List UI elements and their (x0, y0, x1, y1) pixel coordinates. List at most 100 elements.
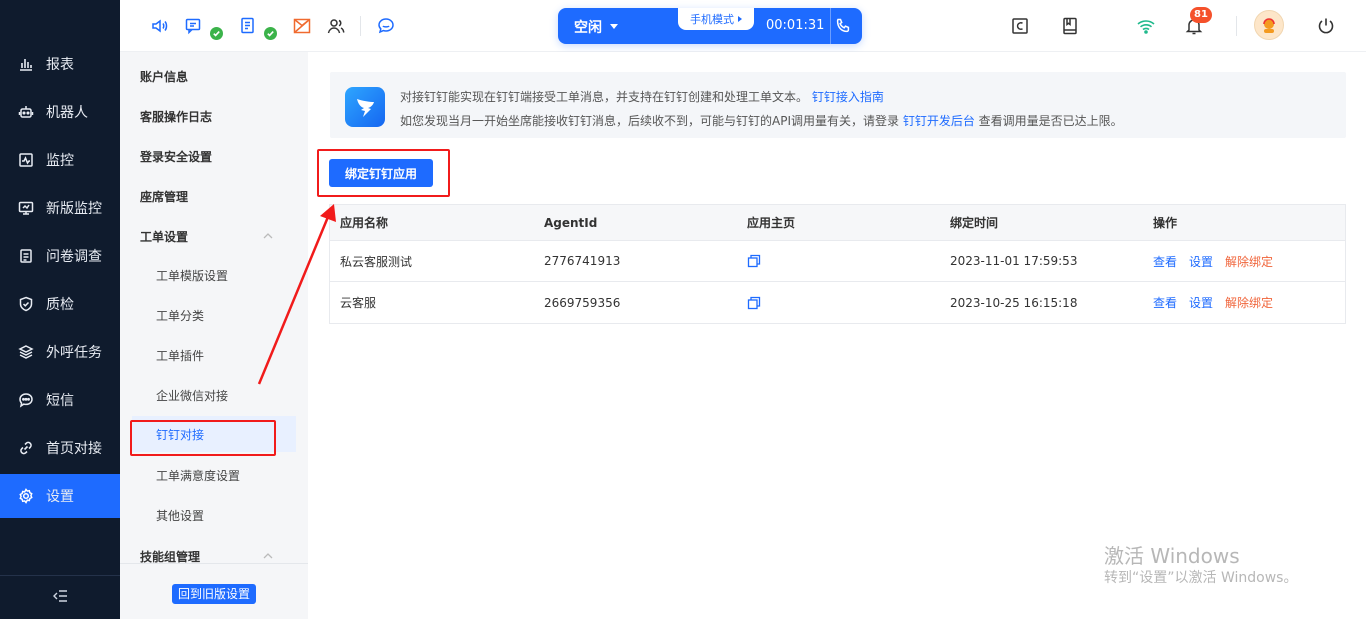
mail-disabled-icon[interactable] (292, 16, 312, 36)
wifi-icon (1136, 16, 1156, 36)
status-check-icon (264, 27, 277, 40)
nav-top-stub (0, 0, 120, 18)
nav-label: 问卷调查 (46, 249, 102, 265)
subnav-login-security[interactable]: 登录安全设置 (120, 136, 308, 176)
nav-label: 新版监控 (46, 201, 102, 217)
gear-icon (18, 488, 34, 504)
subnav-label: 技能组管理 (140, 549, 201, 564)
collapse-menu-icon (53, 589, 67, 606)
back-to-legacy-button[interactable]: 回到旧版设置 (172, 584, 257, 604)
cell-bind-time: 2023-10-25 16:15:18 (950, 295, 1078, 310)
subnav-label: 座席管理 (140, 189, 189, 204)
subnav-ticket-satisfaction[interactable]: 工单满意度设置 (120, 455, 308, 495)
subnav-label: 工单分类 (156, 308, 205, 323)
dingtalk-guide-link[interactable]: 钉钉接入指南 (812, 90, 884, 104)
main-content: 对接钉钉能实现在钉钉端接受工单消息，并支持在钉钉创建和处理工单文本。 钉钉接入指… (310, 52, 1366, 619)
phone-mode-toggle[interactable]: 手机模式 (678, 8, 754, 30)
status-timer: 00:01:31 (766, 18, 825, 33)
cell-bind-time: 2023-11-01 17:59:53 (950, 254, 1078, 268)
unbind-button[interactable]: 解除绑定 (1225, 294, 1273, 311)
robot-icon (18, 104, 34, 120)
notice-text: 对接钉钉能实现在钉钉端接受工单消息，并支持在钉钉创建和处理工单文本。 (400, 90, 809, 104)
cell-agent-id: 2776741913 (544, 254, 621, 268)
annotation-box-dingtalk-nav (130, 420, 276, 456)
settings-button[interactable]: 设置 (1189, 294, 1213, 311)
subnav-account-info[interactable]: 账户信息 (120, 56, 308, 96)
cell-agent-id: 2669759356 (544, 295, 621, 310)
dingtalk-logo-icon (345, 87, 385, 127)
subnav-label: 账户信息 (140, 69, 189, 84)
avatar[interactable] (1254, 10, 1284, 40)
subnav-operation-log[interactable]: 客服操作日志 (120, 96, 308, 136)
table-row: 私云客服测试 2776741913 2023-11-01 17:59:53 查看… (330, 241, 1345, 282)
layers-icon (18, 344, 34, 360)
nav-item-sms[interactable]: 短信 (0, 378, 120, 422)
annotation-arrow (257, 204, 336, 385)
view-button[interactable]: 查看 (1153, 294, 1177, 311)
unbind-button[interactable]: 解除绑定 (1225, 253, 1273, 270)
nav-item-outbound[interactable]: 外呼任务 (0, 330, 120, 374)
nav-item-monitor[interactable]: 监控 (0, 138, 120, 182)
dingtalk-dev-console-link[interactable]: 钉钉开发后台 (903, 114, 975, 128)
cell-actions: 查看 设置 解除绑定 (1153, 282, 1285, 323)
subnav-other-settings[interactable]: 其他设置 (120, 495, 308, 535)
bar-chart-icon (18, 56, 34, 72)
nav-item-homepage-integration[interactable]: 首页对接 (0, 426, 120, 470)
status-select[interactable]: 空闲 (574, 17, 602, 37)
chat-bubble-icon (18, 392, 34, 408)
users-icon[interactable] (326, 16, 346, 36)
nav-label: 外呼任务 (46, 345, 102, 361)
c-box-icon[interactable] (1010, 16, 1030, 36)
phone-icon[interactable] (834, 17, 852, 35)
subnav-label: 企业微信对接 (156, 388, 229, 403)
subnav-label: 登录安全设置 (140, 149, 213, 164)
windows-activation-title: 激活 Windows (1104, 544, 1240, 568)
notice-text: 查看调用量是否已达上限。 (978, 114, 1123, 128)
nav-label: 设置 (46, 489, 74, 505)
caret-right-icon (738, 16, 742, 22)
view-button[interactable]: 查看 (1153, 253, 1177, 270)
nav-item-survey[interactable]: 问卷调查 (0, 234, 120, 278)
caret-down-icon[interactable] (610, 24, 618, 29)
speaker-icon[interactable] (150, 16, 170, 36)
collapse-menu-button[interactable] (0, 575, 120, 619)
nav-item-quality[interactable]: 质检 (0, 282, 120, 326)
cell-actions: 查看 设置 解除绑定 (1153, 241, 1285, 281)
col-header-actions: 操作 (1153, 216, 1178, 230)
nav-item-reports[interactable]: 报表 (0, 42, 120, 86)
desktop-monitor-icon (18, 200, 34, 216)
status-check-icon (210, 27, 223, 40)
nav-label: 质检 (46, 297, 74, 313)
settings-button[interactable]: 设置 (1189, 253, 1213, 270)
copy-icon[interactable] (747, 282, 761, 323)
nav-label: 报表 (46, 57, 74, 73)
phone-mode-label: 手机模式 (690, 13, 734, 26)
nav-label: 监控 (46, 153, 74, 169)
agent-status-bar: 空闲 手机模式 00:01:31 (558, 8, 862, 44)
document-check-icon[interactable] (238, 16, 258, 36)
header-divider (360, 16, 361, 36)
monitor-pulse-icon (18, 152, 34, 168)
notebook-icon[interactable] (1060, 16, 1080, 36)
copy-icon[interactable] (747, 241, 761, 281)
notification-badge: 81 (1190, 7, 1212, 23)
header-divider (1236, 16, 1237, 36)
nav-item-new-monitor[interactable]: 新版监控 (0, 186, 120, 230)
message-icon[interactable] (184, 16, 204, 36)
pill-divider (830, 8, 831, 44)
notice-line-1: 对接钉钉能实现在钉钉端接受工单消息，并支持在钉钉创建和处理工单文本。 钉钉接入指… (400, 88, 884, 105)
power-icon[interactable] (1316, 16, 1336, 36)
notice-line-2: 如您发现当月一开始坐席能接收钉钉消息，后续收不到，可能与钉钉的API调用量有关，… (400, 112, 1123, 129)
nav-label: 机器人 (46, 105, 88, 121)
dingtalk-app-table: 应用名称 AgentId 应用主页 绑定时间 操作 私云客服测试 2776741… (329, 204, 1346, 324)
subnav-label: 工单插件 (156, 348, 205, 363)
survey-icon (18, 248, 34, 264)
col-header-agent-id: AgentId (544, 215, 598, 230)
notice-text: 如您发现当月一开始坐席能接收钉钉消息，后续收不到，可能与钉钉的API调用量有关，… (400, 114, 899, 128)
shield-check-icon (18, 296, 34, 312)
left-navigation: 报表 机器人 监控 新版监控 问卷调查 质检 外呼任务 短信 首页对接 设置 (0, 0, 120, 619)
nav-item-settings[interactable]: 设置 (0, 474, 120, 518)
legacy-footer: 回到旧版设置 (120, 563, 308, 619)
nav-item-robot[interactable]: 机器人 (0, 90, 120, 134)
chat-smile-icon[interactable] (376, 16, 396, 36)
